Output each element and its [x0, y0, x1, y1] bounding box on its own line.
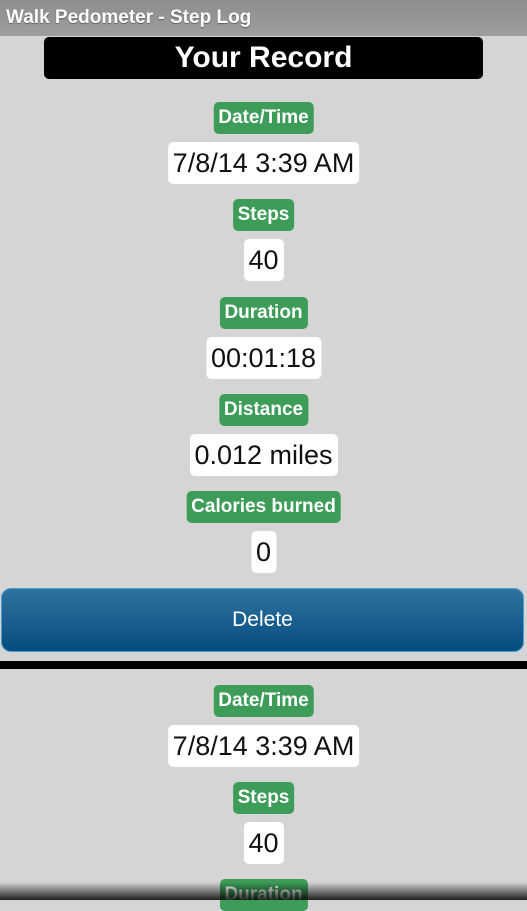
duration-label: Duration: [219, 297, 308, 329]
calories-value: 0: [250, 531, 277, 573]
steps-value: 40: [243, 239, 284, 281]
page-title: Your Record: [44, 37, 483, 79]
duration-value: 00:01:18: [205, 337, 322, 379]
date-time-label: Date/Time: [213, 685, 314, 717]
date-time-label: Date/Time: [213, 102, 314, 134]
distance-value: 0.012 miles: [189, 434, 338, 476]
steps-label: Steps: [232, 782, 295, 814]
app-title-bar: Walk Pedometer - Step Log: [0, 0, 527, 36]
calories-label: Calories burned: [186, 491, 341, 523]
distance-label: Distance: [218, 394, 309, 426]
app-title: Walk Pedometer - Step Log: [6, 7, 252, 28]
date-time-value: 7/8/14 3:39 AM: [167, 725, 360, 767]
steps-value: 40: [243, 822, 284, 864]
record-divider: [0, 661, 527, 669]
delete-button[interactable]: Delete: [1, 588, 524, 652]
steps-label: Steps: [232, 199, 295, 231]
date-time-value: 7/8/14 3:39 AM: [167, 142, 360, 184]
scroll-fade: [0, 882, 527, 900]
